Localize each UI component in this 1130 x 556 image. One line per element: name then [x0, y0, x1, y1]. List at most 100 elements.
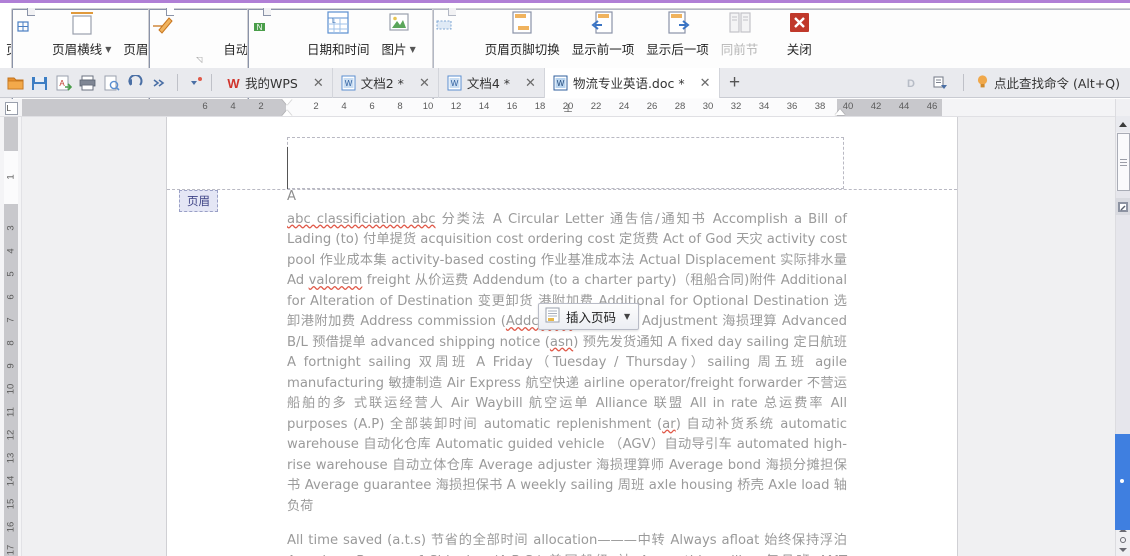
ribbon-button-show-next[interactable]: 显示后一项	[640, 3, 715, 65]
new-tab-button[interactable]: +	[720, 68, 750, 98]
tab-close-icon[interactable]: ✕	[700, 75, 711, 91]
ribbon-button-page-number[interactable]: 页码▼	[0, 3, 803, 556]
ribbon-button-autotext[interactable]: N 自动图文集▼	[217, 3, 1039, 556]
right-indent-marker[interactable]	[834, 99, 845, 116]
ruler-tick-label: 28	[674, 101, 686, 112]
ribbon-button-field[interactable]: 域	[422, 3, 1130, 556]
document-body-text[interactable]: A abc classificiation abc 分类法 A Circular…	[287, 187, 847, 556]
vruler-tick-label: 3	[5, 225, 17, 231]
tab-my-wps[interactable]: W 我的WPS ✕	[217, 67, 333, 98]
first-line-indent-icon[interactable]	[281, 99, 292, 105]
print-preview-icon[interactable]	[100, 72, 122, 94]
header-footer-options-icon	[148, 7, 939, 556]
date-time-icon: L	[326, 7, 350, 37]
tab-label: 我的WPS	[245, 76, 298, 91]
export-pdf-icon[interactable]: A	[52, 72, 74, 94]
misspelled-word: asn	[549, 334, 574, 350]
vertical-ruler[interactable]: 1 3 4 5 6 7 8 9 10 11 12 13 14 15 16 17 …	[0, 117, 22, 556]
save-icon[interactable]	[28, 72, 50, 94]
vruler-tick-label: 6	[5, 294, 17, 300]
tab-label: 文档4 *	[466, 76, 511, 91]
next-page-icon[interactable]	[1119, 548, 1127, 552]
svg-text:A: A	[59, 79, 65, 88]
vruler-tick-label: 7	[5, 317, 17, 323]
ruler-tick-label: 36	[786, 101, 798, 112]
ribbon-button-switch-header-footer[interactable]: 页眉页脚切换	[479, 3, 566, 65]
ruler-tick-label: 30	[702, 101, 714, 112]
insert-page-number-button[interactable]: 插入页码 ▼	[538, 303, 640, 330]
vruler-tick-label: 9	[5, 363, 17, 369]
insert-page-number-label: 插入页码	[566, 310, 617, 325]
close-header-footer-icon	[786, 7, 812, 37]
tab-document-4[interactable]: W 文档4 * ✕	[439, 67, 545, 98]
open-icon[interactable]	[4, 72, 26, 94]
ribbon-button-switch-header-footer-label: 页眉页脚切换	[484, 42, 560, 57]
vertical-scrollbar[interactable]	[1115, 99, 1130, 556]
scroll-up-button[interactable]	[1115, 116, 1130, 132]
paragraph-a-terms[interactable]: abc classificiation abc 分类法 A Circular L…	[287, 210, 847, 518]
misspelled-word: ar	[662, 416, 676, 432]
ribbon-button-header-footer-options[interactable]: 页眉页脚选项 ◹	[117, 3, 939, 556]
find-command-box[interactable]: 点此查找命令 (Alt+Q)	[976, 73, 1124, 92]
ruler-tick-label: 2	[313, 101, 319, 112]
scrollbar-thumb[interactable]	[1116, 133, 1130, 191]
tab-document-2[interactable]: W 文档2 * ✕	[333, 67, 439, 98]
undo-icon[interactable]	[124, 72, 146, 94]
ruler-tick-label: 4	[230, 101, 236, 112]
svg-text:D: D	[907, 78, 915, 90]
link-to-previous-icon	[727, 7, 753, 37]
left-indent-marker[interactable]	[281, 99, 292, 116]
ribbon-button-show-next-label: 显示后一项	[646, 42, 709, 57]
document-page[interactable]: 页眉 A abc classificiation abc 分类法 A Circu…	[167, 117, 957, 556]
ruler-tick-label: 38	[814, 101, 826, 112]
chevron-down-icon[interactable]: ▼	[624, 312, 630, 321]
print-icon[interactable]	[76, 72, 98, 94]
tab-close-icon[interactable]: ✕	[313, 75, 324, 91]
cloud-doc-icon[interactable]: D	[900, 72, 922, 94]
tab-stop-selector[interactable]: L	[0, 99, 22, 116]
paragraph-a-terms-2[interactable]: All time saved (a.t.s) 节省的全部时间 allocatio…	[287, 531, 847, 556]
tab-stop-marker[interactable]: ⊥	[563, 102, 573, 115]
tab-close-icon[interactable]: ✕	[419, 75, 430, 91]
vruler-tick-label: 17	[5, 544, 17, 556]
select-browse-object-icon[interactable]	[1120, 537, 1126, 543]
tab-close-icon[interactable]: ✕	[525, 75, 536, 91]
insert-page-number-icon	[545, 307, 560, 326]
ruler-tick-label: 6	[369, 101, 375, 112]
arrow-up-icon	[1119, 121, 1127, 127]
ribbon-button-show-previous[interactable]: 显示前一项	[566, 3, 641, 65]
hanging-indent-icon[interactable]	[281, 110, 292, 116]
vruler-tick-label: 12	[5, 429, 17, 441]
find-command-label: 点此查找命令 (Alt+Q)	[994, 76, 1120, 91]
tabbar-right-controls: D 点此查找命令 (Alt+Q)	[900, 72, 1130, 94]
ruler-tick-label: 26	[646, 101, 658, 112]
redo-more-icon[interactable]	[148, 72, 170, 94]
ribbon-button-close-header-footer[interactable]: 关闭	[777, 3, 821, 65]
quick-access-toolbar: A	[0, 72, 217, 94]
share-icon[interactable]	[929, 72, 951, 94]
ribbon-button-close-header-footer-label: 关闭	[786, 42, 812, 57]
horizontal-ruler[interactable]: L 6 4 2 2 4 6 8 10 12 14 16 18 20 22 24 …	[0, 99, 1115, 117]
ribbon-button-header-line[interactable]: 页眉横线 ▼	[46, 3, 117, 65]
ribbon-button-picture[interactable]: 图片 ▼	[376, 3, 422, 65]
svg-text:L: L	[332, 18, 336, 25]
right-indent-icon[interactable]	[834, 109, 845, 115]
document-canvas[interactable]: 页眉 A abc classificiation abc 分类法 A Circu…	[22, 117, 1115, 556]
ribbon-group-insert: N 自动图文集▼ L	[217, 3, 1130, 556]
tab-logistics-english-doc[interactable]: W 物流专业英语.doc * ✕	[544, 67, 720, 98]
ruler-tick-label: 34	[758, 101, 770, 112]
split-window-handle[interactable]	[1115, 198, 1130, 215]
tab-label: 物流专业英语.doc *	[572, 76, 685, 91]
tab-label: 文档2 *	[360, 76, 404, 91]
wps-writer-window: 页码▼ 页眉横线▼	[0, 0, 1130, 556]
customize-quick-access-icon[interactable]	[185, 72, 207, 94]
tab-stop-selector-label: L	[4, 101, 18, 115]
ruler-tick-label: 42	[870, 101, 882, 112]
ribbon-button-date-time[interactable]: L 日期和时间	[301, 3, 376, 65]
header-text-frame[interactable]	[287, 137, 844, 189]
svg-text:W: W	[344, 79, 352, 88]
horizontal-ruler-strip[interactable]: 6 4 2 2 4 6 8 10 12 14 16 18 20 22 24 26…	[22, 99, 1115, 116]
ribbon-button-header-line-label: 页眉横线 ▼	[52, 42, 112, 57]
svg-text:W: W	[451, 79, 459, 88]
dialog-launcher-icon[interactable]: ◹	[196, 55, 202, 64]
